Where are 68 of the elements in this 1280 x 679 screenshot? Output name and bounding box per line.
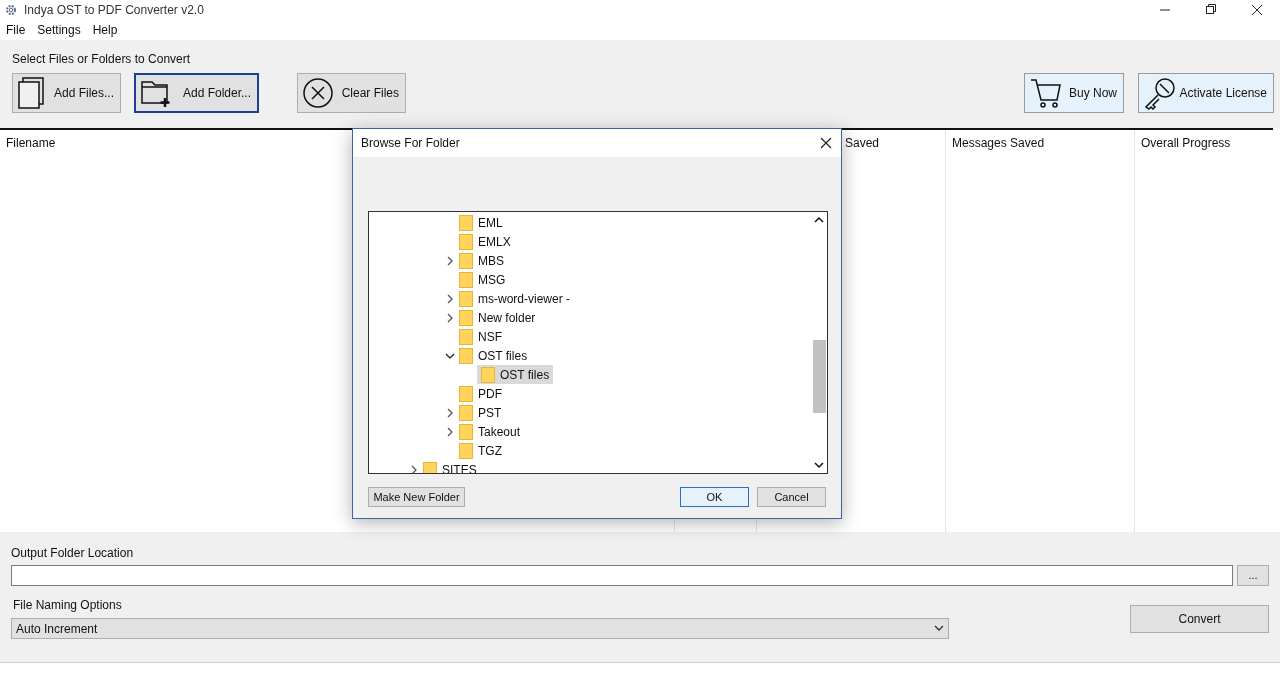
- naming-dropdown[interactable]: Auto Increment: [11, 618, 949, 639]
- tree-item[interactable]: Takeout: [459, 422, 525, 441]
- folder-icon: [459, 404, 473, 421]
- folder-icon: [459, 233, 473, 250]
- column-header: Filename: [6, 136, 56, 150]
- column-header: Saved: [845, 136, 880, 150]
- folder-icon: [459, 328, 473, 345]
- folder-icon: [459, 252, 473, 269]
- folder-icon: [459, 385, 473, 402]
- folder-icon: [459, 271, 473, 288]
- key-icon: [1143, 76, 1177, 110]
- menu-item[interactable]: Settings: [37, 21, 81, 39]
- tree-item[interactable]: EML: [459, 213, 507, 232]
- tree-item[interactable]: PST: [459, 403, 506, 422]
- tree-item[interactable]: TGZ: [459, 441, 506, 460]
- tree-item[interactable]: OST files: [459, 346, 532, 365]
- close-icon[interactable]: [820, 137, 832, 149]
- folder-icon: [423, 461, 437, 473]
- toolbar-button[interactable]: Add Files...: [12, 73, 121, 113]
- column-header: Overall Progress: [1141, 136, 1231, 150]
- tree-item[interactable]: New folder: [459, 308, 540, 327]
- chevron-right-icon[interactable]: [446, 293, 454, 304]
- chevron-right-icon[interactable]: [410, 464, 418, 473]
- circle-x-icon: [302, 77, 334, 109]
- gear-icon: [4, 3, 18, 17]
- chevron-right-icon[interactable]: [446, 312, 454, 323]
- tree-item[interactable]: ms-word-viewer -: [459, 289, 574, 308]
- folder-icon: [459, 309, 473, 326]
- shopping-cart-icon: [1029, 77, 1063, 109]
- column-header: Messages Saved: [952, 136, 1045, 150]
- dialog-button[interactable]: Make New Folder: [368, 487, 465, 507]
- scrollbar-thumb[interactable]: [812, 340, 826, 413]
- tree-item[interactable]: OST files: [477, 365, 554, 384]
- section-label: Select Files or Folders to Convert: [12, 52, 192, 66]
- folder-icon: [481, 366, 495, 383]
- documents-icon: [17, 77, 45, 109]
- chevron-down-icon[interactable]: [445, 351, 455, 360]
- dialog-button[interactable]: OK: [680, 487, 749, 507]
- dialog-title: Browse For Folder: [361, 135, 460, 152]
- field-label: File Naming Options: [12, 598, 123, 612]
- folder-icon: [459, 214, 473, 231]
- folder-icon: [459, 423, 473, 440]
- toolbar-button[interactable]: Add Folder...: [134, 73, 259, 113]
- folder-plus-icon: [140, 78, 172, 108]
- tree-item[interactable]: SITES: [423, 460, 481, 473]
- output-folder-field[interactable]: [11, 565, 1234, 586]
- toolbar-button[interactable]: Buy Now: [1024, 73, 1124, 113]
- convert-button[interactable]: Convert: [1130, 605, 1269, 633]
- tree-item[interactable]: EMLX: [459, 232, 515, 251]
- browse-button[interactable]: ...: [1237, 565, 1269, 586]
- tree-item[interactable]: MBS: [459, 251, 508, 270]
- dialog-button[interactable]: Cancel: [757, 487, 826, 507]
- tree-item[interactable]: PDF: [459, 384, 506, 403]
- chevron-right-icon[interactable]: [446, 255, 454, 266]
- menu-item[interactable]: File: [6, 21, 26, 39]
- window-title: Indya OST to PDF Converter v2.0: [24, 2, 204, 19]
- tree-item[interactable]: MSG: [459, 270, 510, 289]
- chevron-right-icon[interactable]: [446, 426, 454, 437]
- field-label: Output Folder Location: [11, 546, 135, 560]
- chevron-down-icon: [934, 625, 944, 632]
- folder-icon: [459, 347, 473, 364]
- tree-item[interactable]: NSF: [459, 327, 506, 346]
- folder-icon: [459, 290, 473, 307]
- folder-icon: [459, 442, 473, 459]
- toolbar-button[interactable]: Clear Files: [297, 73, 406, 113]
- chevron-right-icon[interactable]: [446, 407, 454, 418]
- toolbar-button[interactable]: Activate License: [1138, 73, 1274, 113]
- menu-item[interactable]: Help: [92, 21, 118, 39]
